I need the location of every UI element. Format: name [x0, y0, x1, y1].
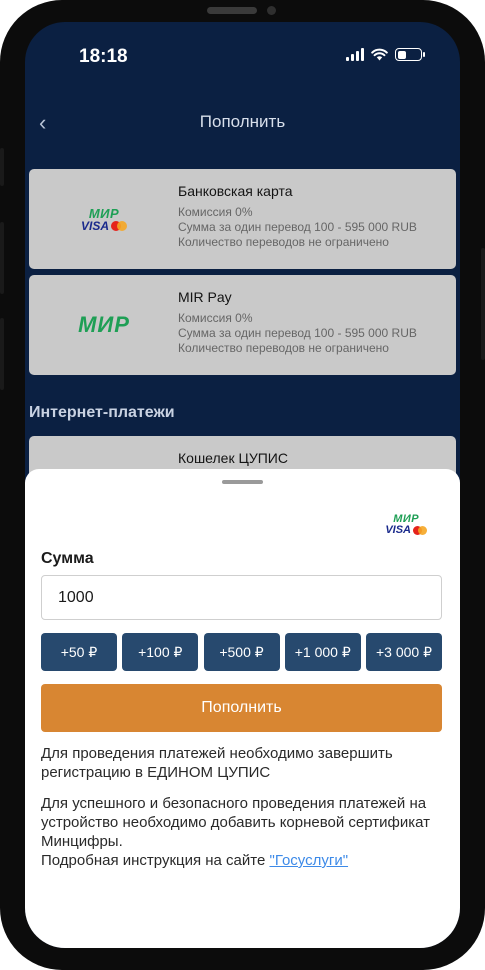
method-name: MIR Pay — [178, 289, 232, 305]
registration-note: Для проведения платежей необходимо завер… — [41, 745, 393, 781]
volume-up-button — [0, 222, 4, 294]
payment-method-bank-card[interactable]: МИР VISA Банковская карта Комиссия 0% Су… — [29, 169, 456, 269]
mir-visa-mastercard-logo: МИР VISA — [29, 169, 179, 269]
screen: 18:18 ‹ Пополнить МИР VISA Банковская ка… — [25, 22, 460, 948]
visa-logo-text: VISA — [80, 218, 109, 233]
gosuslugi-link[interactable]: "Госуслуги" — [270, 852, 349, 869]
amount-input[interactable] — [41, 575, 442, 620]
wifi-icon — [371, 48, 388, 61]
mastercard-icon — [111, 220, 127, 231]
mir-logo-text: МИР — [78, 312, 130, 337]
section-title-internet-payments: Интернет-платежи — [29, 404, 175, 421]
phone-frame: 18:18 ‹ Пополнить МИР VISA Банковская ка… — [0, 0, 485, 970]
mute-switch — [0, 148, 4, 186]
visa-logo-text: VISA — [385, 524, 411, 536]
page-title: Пополнить — [199, 112, 286, 131]
certificate-note-text: Для успешного и безопасного проведения п… — [41, 795, 431, 850]
mir-logo: МИР — [29, 275, 179, 375]
quick-amount-1000-button[interactable]: +1 000 ₽ — [284, 633, 361, 671]
speaker — [207, 7, 257, 14]
mastercard-icon — [413, 526, 427, 535]
status-time: 18:18 — [79, 46, 128, 67]
method-limit: Сумма за один перевод 100 - 595 000 RUB — [178, 220, 417, 234]
method-name: Кошелек ЦУПИС — [178, 450, 288, 466]
amount-bottom-sheet: МИР VISA Сумма +50 ₽ +100 ₽ +500 ₽ +1 00 — [25, 469, 460, 948]
quick-amount-500-button[interactable]: +500 ₽ — [203, 633, 280, 671]
status-icons — [346, 48, 425, 61]
payment-method-mir-pay[interactable]: МИР MIR Pay Комиссия 0% Сумма за один пе… — [29, 275, 456, 375]
submit-topup-button[interactable]: Пополнить — [41, 684, 442, 732]
amount-label: Сумма — [41, 550, 94, 567]
quick-amount-50-button[interactable]: +50 ₽ — [41, 633, 117, 671]
method-name: Банковская карта — [178, 183, 293, 199]
battery-icon — [395, 48, 425, 61]
quick-amount-100-button[interactable]: +100 ₽ — [122, 633, 199, 671]
power-button — [481, 248, 485, 360]
quick-amount-buttons: +50 ₽ +100 ₽ +500 ₽ +1 000 ₽ +3 000 ₽ — [41, 633, 442, 671]
method-count: Количество переводов не ограничено — [178, 235, 389, 249]
mir-logo-text: МИР — [88, 205, 120, 221]
cellular-signal-icon — [346, 48, 364, 61]
front-camera — [267, 6, 276, 15]
method-count: Количество переводов не ограничено — [178, 341, 389, 355]
mir-visa-mastercard-logo: МИР VISA — [385, 514, 427, 536]
method-commission: Комиссия 0% — [178, 205, 253, 219]
certificate-note: Для успешного и безопасного проведения п… — [41, 794, 446, 870]
instruction-prefix: Подробная инструкция на сайте — [41, 852, 270, 869]
sheet-grabber-handle[interactable] — [222, 480, 263, 484]
method-commission: Комиссия 0% — [178, 311, 253, 325]
method-limit: Сумма за один перевод 100 - 595 000 RUB — [178, 326, 417, 340]
quick-amount-3000-button[interactable]: +3 000 ₽ — [366, 633, 442, 671]
volume-down-button — [0, 318, 4, 390]
